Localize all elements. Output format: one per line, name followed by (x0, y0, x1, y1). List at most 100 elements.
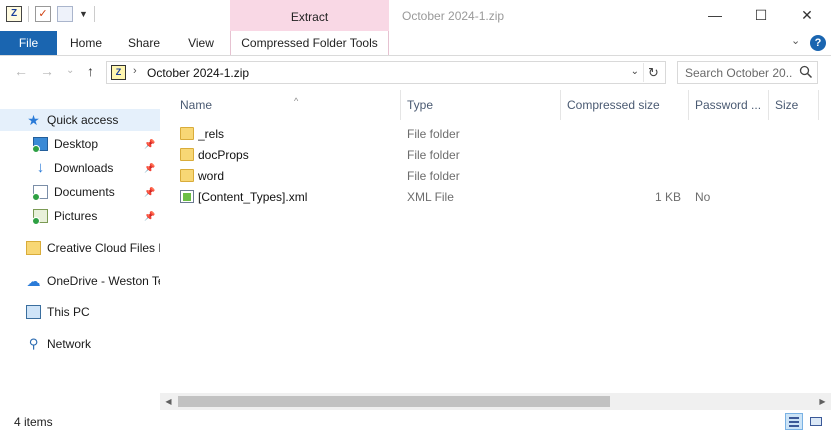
pin-icon[interactable]: 📌 (144, 211, 155, 222)
pictures-icon (32, 209, 48, 225)
file-compressed-size: 1 KB (654, 190, 681, 204)
pin-icon[interactable]: 📌 (144, 187, 155, 198)
search-icon (799, 65, 813, 79)
tab-view[interactable]: View (177, 31, 225, 55)
file-name: docProps (198, 148, 249, 162)
file-name: word (198, 169, 225, 183)
file-list: Name ^ Type Compressed size Password ...… (160, 90, 831, 410)
zip-folder-icon[interactable]: Z (6, 6, 22, 22)
nav-item-pictures[interactable]: Pictures 📌 (0, 205, 160, 227)
nav-item-this-pc[interactable]: This PC (0, 301, 160, 323)
scroll-right-icon[interactable]: ▶ (814, 393, 831, 410)
large-icons-view-icon[interactable] (807, 413, 825, 430)
nav-item-label: Documents (54, 185, 115, 199)
nav-item-documents[interactable]: Documents 📌 (0, 181, 160, 203)
nav-item-creative-cloud-files[interactable]: Creative Cloud Files P (0, 237, 160, 259)
refresh-button[interactable]: ↻ (643, 63, 663, 82)
recent-locations-icon[interactable]: ⌄ (66, 65, 74, 76)
close-button[interactable]: ✕ (784, 3, 830, 27)
navigation-bar: ← → ⌄ ↑ Z › October 2024-1.zip ⌄ ↻ Searc… (0, 56, 831, 90)
column-header-name[interactable]: Name ^ (174, 90, 401, 120)
toolbar-divider (93, 6, 95, 22)
customize-toolbar-dropdown-icon[interactable]: ▼ (79, 9, 88, 19)
horizontal-scrollbar[interactable]: ◀ ▶ (160, 393, 831, 410)
scrollbar-thumb[interactable] (178, 396, 610, 407)
help-icon[interactable]: ? (810, 35, 826, 51)
ribbon-collapse-icon[interactable]: ⌄ (791, 34, 800, 47)
documents-icon (32, 185, 48, 201)
navigation-pane: ★ Quick access Desktop 📌 ↓ Downloads 📌 D… (0, 90, 160, 410)
breadcrumb-current[interactable]: October 2024-1.zip (147, 66, 249, 80)
nav-item-network[interactable]: ⚲ Network (0, 333, 160, 355)
up-icon[interactable]: ↑ (87, 63, 94, 79)
forward-icon[interactable]: → (40, 63, 54, 79)
tab-file[interactable]: File (0, 31, 57, 55)
extract-contextual-tab[interactable]: Extract (230, 0, 389, 31)
toolbar-divider (28, 6, 29, 22)
column-header-type[interactable]: Type (401, 90, 561, 120)
sync-status-icon (32, 217, 40, 225)
quick-access-toolbar: Z ✓ ▼ (6, 6, 95, 22)
computer-icon (26, 305, 41, 319)
pin-icon[interactable]: 📌 (144, 139, 155, 150)
nav-item-label: OneDrive - Weston Te (47, 274, 160, 288)
nav-item-quick-access[interactable]: ★ Quick access (0, 109, 160, 131)
nav-item-onedrive[interactable]: ☁ OneDrive - Weston Te (0, 270, 161, 292)
file-type: File folder (407, 127, 460, 141)
address-dropdown-icon[interactable]: ⌄ (631, 66, 639, 77)
nav-item-label: Creative Cloud Files P (47, 241, 160, 255)
nav-item-label: Desktop (54, 137, 99, 151)
tab-share[interactable]: Share (120, 31, 168, 55)
folder-icon (180, 169, 194, 182)
file-row-rels[interactable]: _rels File folder (160, 124, 815, 145)
file-name: _rels (198, 127, 225, 141)
file-type: XML File (407, 190, 454, 204)
details-view-icon[interactable] (785, 413, 803, 430)
tab-home[interactable]: Home (62, 31, 110, 55)
nav-item-downloads[interactable]: ↓ Downloads 📌 (0, 157, 160, 179)
properties-icon[interactable]: ✓ (35, 6, 51, 22)
sort-ascending-icon: ^ (294, 96, 299, 106)
column-header-password[interactable]: Password ... (689, 90, 769, 120)
file-row-word[interactable]: word File folder (160, 166, 815, 187)
column-header-compressed-size[interactable]: Compressed size (561, 90, 689, 120)
folder-icon (180, 127, 194, 140)
star-icon: ★ (27, 112, 40, 128)
nav-item-label: This PC (47, 305, 90, 319)
status-bar: 4 items (0, 410, 831, 434)
file-password: No (695, 190, 711, 204)
file-name: [Content_Types].xml (198, 190, 308, 204)
cloud-icon: ☁ (26, 273, 41, 289)
folder-icon (26, 241, 41, 255)
file-row-docprops[interactable]: docProps File folder (160, 145, 815, 166)
desktop-icon (32, 137, 48, 153)
item-count: 4 items (14, 415, 53, 429)
xml-file-icon (180, 190, 194, 203)
nav-item-desktop[interactable]: Desktop 📌 (0, 133, 160, 155)
window-title: October 2024-1.zip (402, 9, 505, 23)
folder-icon (180, 148, 194, 161)
column-header-size[interactable]: Size (769, 90, 819, 120)
column-header-label: Name (180, 98, 213, 112)
new-folder-icon[interactable] (57, 6, 73, 22)
ribbon-tabs: File Home Share View Compressed Folder T… (0, 31, 831, 56)
title-bar: Z ✓ ▼ Extract October 2024-1.zip — ☐ ✕ (0, 0, 831, 31)
nav-item-label: Pictures (54, 209, 98, 223)
address-bar[interactable]: Z › October 2024-1.zip ⌄ ↻ (106, 61, 666, 84)
search-input[interactable]: Search October 20... (685, 66, 793, 80)
tab-compressed-folder-tools[interactable]: Compressed Folder Tools (230, 31, 389, 55)
breadcrumb-chevron-icon[interactable]: › (133, 65, 137, 77)
scroll-left-icon[interactable]: ◀ (160, 393, 177, 410)
nav-item-label: Network (47, 337, 92, 351)
search-box[interactable]: Search October 20... (677, 61, 818, 84)
sync-status-icon (32, 145, 40, 153)
downloads-icon: ↓ (36, 159, 45, 176)
back-icon[interactable]: ← (14, 63, 28, 79)
file-row-content-types[interactable]: [Content_Types].xml XML File 1 KB No (160, 187, 815, 208)
maximize-button[interactable]: ☐ (738, 3, 784, 27)
minimize-button[interactable]: — (692, 3, 738, 27)
file-type: File folder (407, 169, 460, 183)
pin-icon[interactable]: 📌 (144, 163, 155, 174)
nav-item-label: Quick access (47, 113, 119, 127)
zip-folder-icon: Z (111, 65, 126, 80)
